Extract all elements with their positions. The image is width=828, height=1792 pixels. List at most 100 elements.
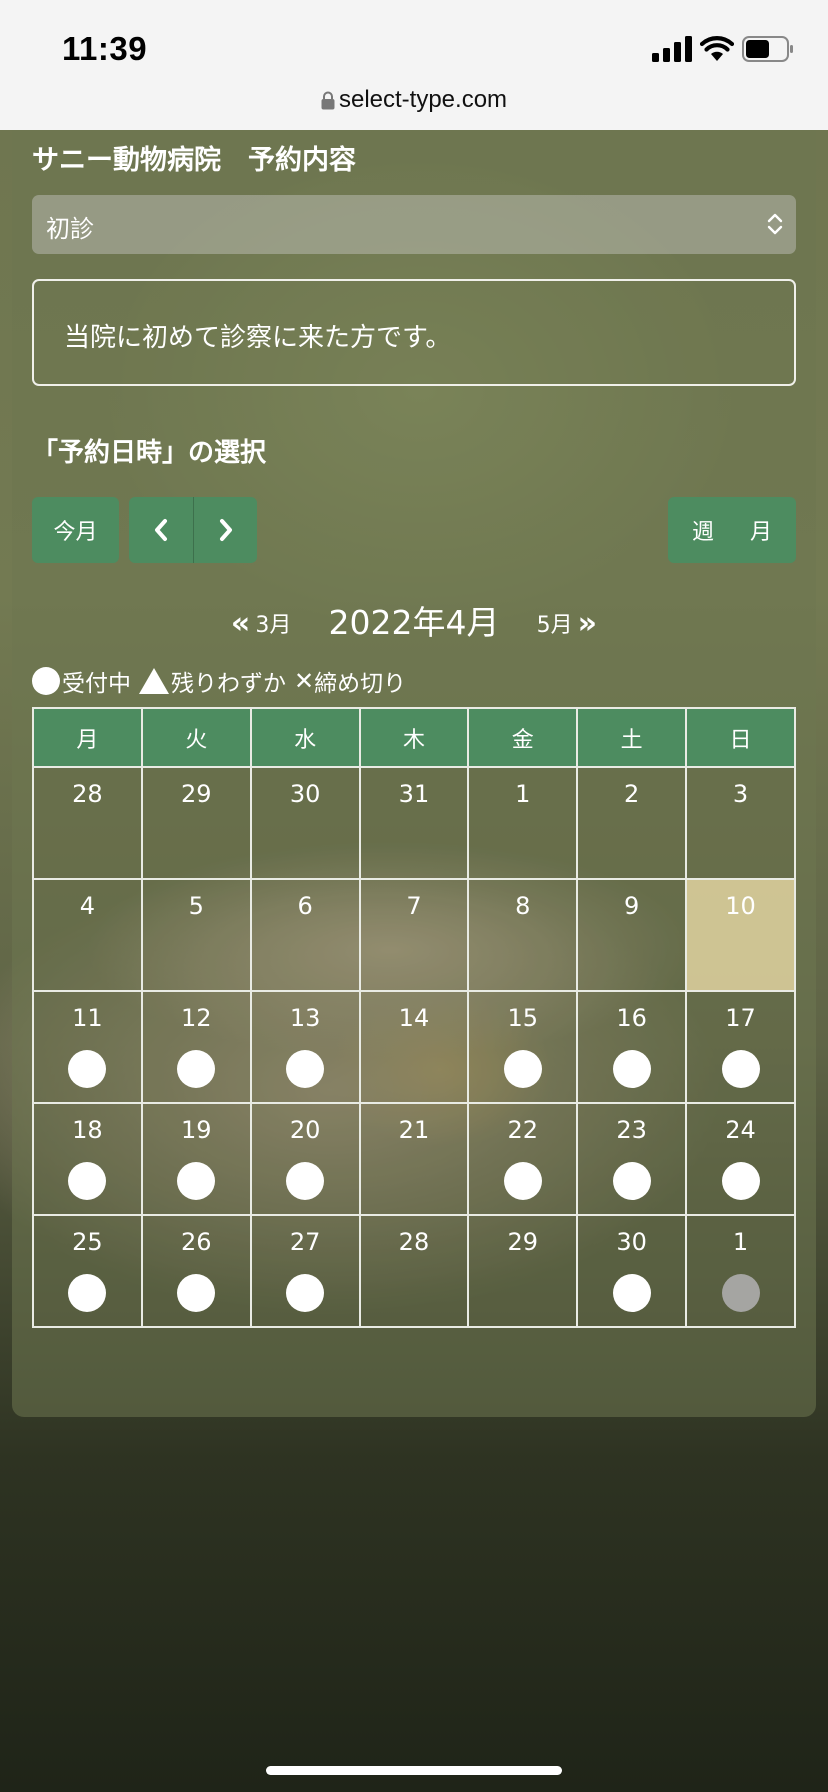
calendar-day-cell[interactable]: 16 [576,990,688,1104]
calendar-week-row: 28 29 30 31 1 2 3 [32,766,796,880]
circle-icon [32,667,60,695]
double-chevron-left-icon: « [230,606,251,641]
calendar-day-cell[interactable]: 12 [140,990,252,1104]
calendar-day-cell: 1 [467,766,579,880]
weekday-header: 火 [140,707,252,768]
available-circle-icon[interactable] [68,1162,107,1200]
week-view-option[interactable]: 週 [692,514,714,546]
calendar-day-cell[interactable]: 26 [140,1214,252,1328]
calendar-day-cell[interactable]: 23 [576,1102,688,1216]
calendar-day-cell[interactable]: 27 [249,1214,361,1328]
day-number: 20 [289,1116,321,1144]
available-circle-icon[interactable] [177,1274,216,1312]
calendar-day-cell: 2 [576,766,688,880]
cross-icon: ✕ [294,667,315,695]
day-number: 29 [507,1228,539,1256]
next-month-link[interactable]: 5月 » [537,606,597,641]
month-view-option[interactable]: 月 [750,514,772,546]
calendar-day-cell[interactable]: 22 [467,1102,579,1216]
address-bar[interactable]: select-type.com [0,86,828,114]
day-number: 7 [406,892,422,920]
calendar-day-cell[interactable]: 20 [249,1102,361,1216]
available-circle-icon[interactable] [612,1162,651,1200]
cellular-signal-icon [652,36,692,62]
this-month-button[interactable]: 今月 [32,497,119,563]
day-number: 9 [624,892,640,920]
available-circle-icon[interactable] [177,1162,216,1200]
day-number: 26 [180,1228,212,1256]
calendar-day-cell: 29 [467,1214,579,1328]
available-circle-icon[interactable] [612,1050,651,1088]
calendar-day-cell: 8 [467,878,579,992]
battery-icon [742,36,793,62]
next-button[interactable] [193,497,257,563]
available-circle-icon[interactable] [503,1050,542,1088]
day-number: 12 [180,1004,212,1032]
day-number: 4 [79,892,96,920]
calendar-day-cell[interactable]: 17 [685,990,796,1104]
chevron-up-down-icon [767,213,783,235]
calendar-day-cell[interactable]: 25 [32,1214,143,1328]
calendar-week-row: 25 26 27 28 29 30 1 [32,1214,796,1328]
view-toggle[interactable]: 週 月 [668,497,796,563]
calendar-grid: 月 火 水 木 金 土 日 28 29 30 31 1 2 3 4 5 6 7 8 9 10 11 12 13 1… [32,707,796,1328]
calendar-day-cell: 31 [358,766,470,880]
day-number: 30 [616,1228,647,1256]
prev-month-link[interactable]: « 3月 [231,606,291,641]
calendar-day-cell[interactable]: 11 [32,990,143,1104]
day-number: 11 [72,1004,103,1032]
calendar-body: 28 29 30 31 1 2 3 4 5 6 7 8 9 10 11 12 13 14 15 16 17 18 19 20 2… [32,766,796,1328]
day-number: 10 [725,892,756,920]
current-month: 2022年4月 [328,603,500,642]
prev-button[interactable] [129,497,193,563]
weekday-header: 日 [685,707,796,768]
available-circle-icon[interactable] [612,1274,651,1312]
weekday-header: 月 [32,707,143,768]
calendar-day-cell[interactable]: 18 [32,1102,143,1216]
available-circle-icon[interactable] [721,1162,760,1200]
weekday-header: 金 [467,707,579,768]
calendar-day-cell: 29 [140,766,252,880]
available-circle-icon[interactable] [177,1050,216,1088]
available-circle-icon[interactable] [721,1050,760,1088]
legend-closed: 締め切り [314,671,407,697]
day-number: 29 [180,780,212,808]
calendar-week-row: 4 5 6 7 8 9 10 [32,878,796,992]
day-number: 3 [732,780,749,808]
calendar-day-cell[interactable]: 15 [467,990,579,1104]
chevron-left-icon [155,519,167,541]
calendar-day-cell[interactable]: 13 [249,990,361,1104]
url-text: select-type.com [338,86,508,113]
select-value: 初診 [46,215,94,243]
available-circle-icon[interactable] [286,1274,325,1312]
day-number: 31 [398,780,430,808]
calendar-day-cell[interactable]: 19 [140,1102,252,1216]
month-navigation: « 3月 2022年4月 5月 » [0,596,828,644]
calendar-day-cell: 4 [32,878,143,992]
available-circle-icon[interactable] [286,1162,325,1200]
available-circle-icon[interactable] [68,1050,107,1088]
available-circle-icon[interactable] [286,1050,325,1088]
reservation-type-select[interactable]: 初診 [32,195,796,254]
day-number: 19 [180,1116,212,1144]
calendar-day-cell[interactable]: 24 [685,1102,796,1216]
day-number: 17 [725,1004,756,1032]
available-circle-icon[interactable] [503,1162,542,1200]
page-title: サニー動物病院 予約内容 [32,145,356,176]
day-number: 18 [72,1116,103,1144]
legend: 受付中 残りわずか ✕ 締め切り [32,664,406,698]
day-number: 8 [515,892,531,920]
lock-icon [321,91,335,110]
calendar-day-cell: 9 [576,878,688,992]
clock: 11:39 [62,30,148,67]
available-circle-icon[interactable] [68,1274,107,1312]
calendar-day-cell: 7 [358,878,470,992]
day-number: 23 [616,1116,647,1144]
day-number: 28 [72,780,103,808]
weekday-header: 土 [576,707,688,768]
day-number: 27 [289,1228,321,1256]
section-heading: 「予約日時」の選択 [32,438,267,468]
calendar-day-cell[interactable]: 30 [576,1214,688,1328]
weekday-header: 木 [358,707,470,768]
calendar-day-cell: 5 [140,878,252,992]
